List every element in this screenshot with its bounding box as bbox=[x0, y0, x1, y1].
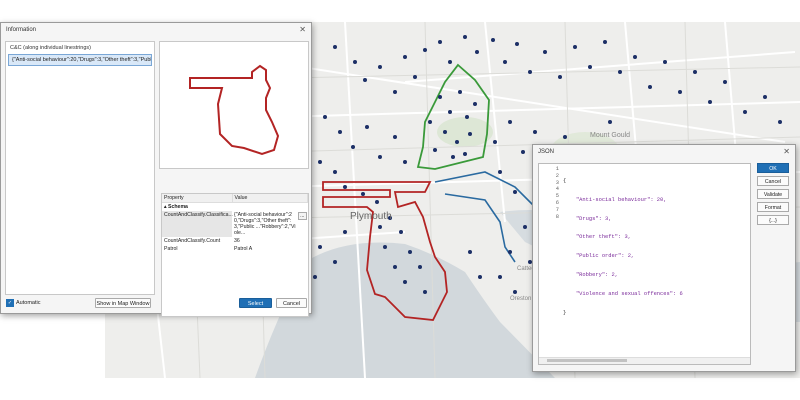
code-line: "Violence and sexual offences": 6 bbox=[563, 290, 683, 297]
line-number: 2 bbox=[555, 172, 559, 179]
automatic-label: Automatic bbox=[16, 300, 41, 306]
section-schema: Schema bbox=[168, 204, 188, 210]
json-title: JSON bbox=[538, 149, 555, 155]
column-header-value: Value bbox=[232, 194, 308, 203]
map-label-mount-gould: Mount Gould bbox=[590, 132, 630, 139]
code-line: "Robbery": 2, bbox=[563, 271, 618, 278]
property-value: {"Anti-social behaviour":20,"Drugs":3,"O… bbox=[234, 212, 296, 236]
close-icon[interactable]: ✕ bbox=[299, 23, 306, 37]
show-in-map-window-button[interactable]: Show in Map Window bbox=[95, 298, 151, 308]
information-titlebar[interactable]: Information ✕ bbox=[1, 23, 311, 37]
code-line: { bbox=[563, 178, 567, 184]
results-list-header: C&C (along individual linestrings) bbox=[10, 45, 92, 51]
property-name: CountAndClassify.Classifica... bbox=[162, 211, 233, 237]
geometry-preview bbox=[159, 41, 309, 169]
horizontal-scrollbar[interactable] bbox=[539, 357, 750, 364]
results-list[interactable]: C&C (along individual linestrings) {"Ant… bbox=[5, 41, 155, 295]
route-preview-path bbox=[189, 64, 280, 156]
table-row[interactable]: CountAndClassify.Classifica... {"Anti-so… bbox=[162, 211, 308, 237]
code-line: "Other theft": 3, bbox=[563, 234, 631, 241]
format-button[interactable]: Format bbox=[757, 202, 789, 212]
line-numbers: 1 2 3 4 5 6 7 8 bbox=[539, 166, 559, 220]
ellipsis-button[interactable]: ... bbox=[298, 212, 307, 220]
code-line: "Anti-social behaviour": 20, bbox=[563, 196, 667, 203]
line-number: 3 bbox=[555, 179, 559, 186]
expand-json-button[interactable]: {...} bbox=[757, 215, 789, 225]
cancel-button[interactable]: Cancel bbox=[757, 176, 789, 186]
close-icon[interactable]: ✕ bbox=[783, 145, 790, 159]
information-window: Information ✕ C&C (along individual line… bbox=[0, 22, 312, 317]
map-label-oreston: Oreston bbox=[510, 296, 531, 302]
code-line: } bbox=[563, 309, 567, 316]
property-value: Patrol A bbox=[234, 246, 253, 252]
code-line: "Drugs": 3, bbox=[563, 215, 612, 222]
ok-button[interactable]: OK bbox=[757, 163, 789, 173]
json-editor[interactable]: 1 2 3 4 5 6 7 8 { "Anti-social behaviour… bbox=[538, 163, 751, 365]
line-number: 8 bbox=[555, 213, 559, 220]
scrollbar-thumb[interactable] bbox=[547, 359, 627, 362]
line-number: 4 bbox=[555, 186, 559, 193]
table-row[interactable]: Patrol Patrol A bbox=[162, 245, 308, 253]
validate-button[interactable]: Validate bbox=[757, 189, 789, 199]
property-name: CountAndClassify.Count bbox=[164, 238, 221, 244]
automatic-checkbox[interactable]: ✓ bbox=[6, 299, 14, 307]
code-line: "Public order": 2, bbox=[563, 253, 635, 260]
information-title: Information bbox=[6, 27, 37, 33]
select-button[interactable]: Select bbox=[239, 298, 272, 308]
property-name: Patrol bbox=[164, 246, 178, 252]
map-label-plymouth: Plymouth bbox=[350, 211, 392, 222]
line-number: 6 bbox=[555, 199, 559, 206]
automatic-checkbox-row[interactable]: ✓ Automatic bbox=[6, 299, 40, 307]
line-number: 1 bbox=[555, 166, 559, 172]
property-value: 36 bbox=[234, 238, 240, 244]
line-number: 7 bbox=[555, 206, 559, 213]
list-item[interactable]: {"Anti-social behaviour":20,"Drugs":3,"O… bbox=[8, 54, 152, 66]
route-preview-shape bbox=[189, 64, 280, 156]
code-text: { "Anti-social behaviour": 20, "Drugs": … bbox=[563, 166, 750, 328]
column-header-property: Property bbox=[162, 194, 233, 203]
table-row[interactable]: CountAndClassify.Count 36 bbox=[162, 237, 308, 245]
cancel-button[interactable]: Cancel bbox=[276, 298, 307, 308]
json-titlebar[interactable]: JSON ✕ bbox=[533, 145, 795, 159]
line-number: 5 bbox=[555, 193, 559, 200]
